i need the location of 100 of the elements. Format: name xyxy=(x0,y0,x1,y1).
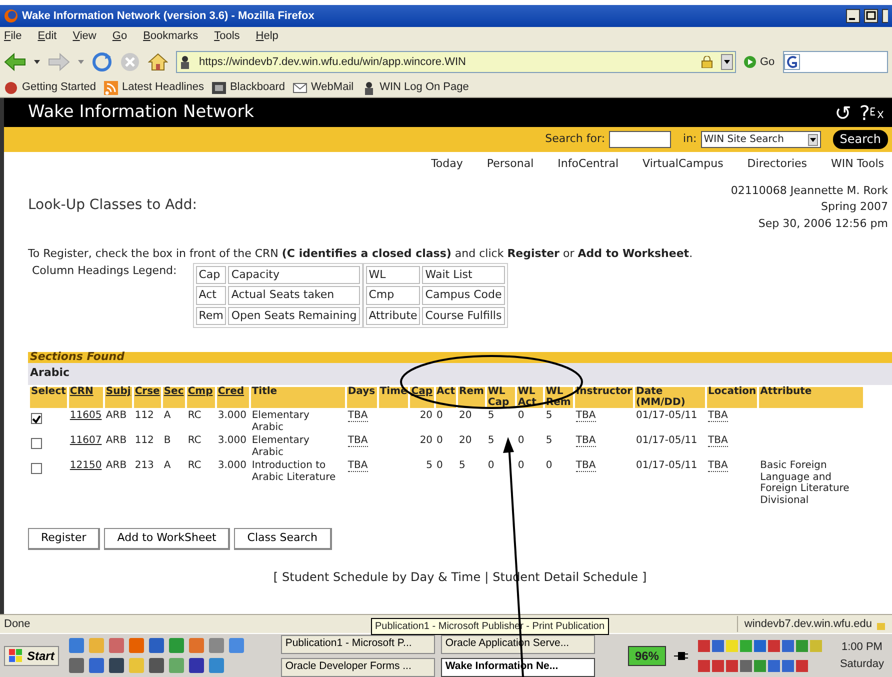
minimize-icon[interactable] xyxy=(846,9,860,23)
menu-item[interactable]: Go xyxy=(112,28,128,45)
search-input[interactable] xyxy=(609,131,672,148)
table-cell: 112 xyxy=(134,410,154,421)
nav-link[interactable]: InfoCentral xyxy=(558,156,619,172)
scope-label: in: xyxy=(683,131,697,148)
crn-link[interactable]: 11607 xyxy=(70,435,102,446)
column-header: WL Act xyxy=(516,387,543,408)
table-cell: TBA xyxy=(708,460,728,472)
nav-link[interactable]: Directories xyxy=(747,156,808,172)
nav-link[interactable]: Personal xyxy=(486,156,534,172)
schedule-link[interactable]: Student Schedule by Day & Time xyxy=(282,568,481,586)
select-checkbox[interactable] xyxy=(31,438,42,449)
site-title: Wake Information Network xyxy=(28,100,256,124)
table-cell: 5 xyxy=(488,410,494,421)
search-button[interactable]: Search xyxy=(832,130,888,149)
legend-code: Act xyxy=(196,286,226,304)
go-button[interactable]: Go xyxy=(744,54,775,70)
table-cell: 0 xyxy=(436,410,443,421)
table-cell: 20 xyxy=(420,410,433,421)
column-header[interactable]: CRN xyxy=(68,387,103,408)
bracket-text: ] xyxy=(642,568,647,586)
table-cell: RC xyxy=(188,460,202,471)
table-cell: ARB xyxy=(106,435,127,446)
nav-link[interactable]: WIN Tools xyxy=(831,156,884,172)
table-cell: A xyxy=(164,460,171,471)
home-icon[interactable] xyxy=(148,52,168,72)
crn-link[interactable]: 12150 xyxy=(70,460,102,471)
form-button[interactable]: Class Search xyxy=(234,528,332,550)
checkmark-icon xyxy=(32,414,41,424)
bookmark-link[interactable]: WebMail xyxy=(293,79,354,96)
crn-link[interactable]: 11605 xyxy=(70,410,102,421)
envelope-icon xyxy=(293,80,307,94)
status-host: windevb7.dev.win.wfu.edu xyxy=(744,616,872,632)
table-cell: 3.000 xyxy=(218,460,246,471)
address-bar[interactable]: https://windevb7.dev.win.wfu.edu/win/app.wincore.WIN xyxy=(176,51,736,73)
bracket-text: [ xyxy=(273,568,278,586)
close-icon[interactable] xyxy=(882,9,888,23)
legend-meaning: Actual Seats taken xyxy=(228,286,360,304)
table-cell: 0 xyxy=(518,435,524,446)
back-arrow-icon[interactable] xyxy=(4,52,26,72)
column-header[interactable]: Cmp xyxy=(186,387,215,408)
scope-select[interactable]: WIN Site Search xyxy=(700,131,821,148)
column-header[interactable]: Crse xyxy=(134,387,161,408)
padlock-icon xyxy=(701,56,713,68)
table-cell: TBA xyxy=(708,435,728,447)
nav-link[interactable]: Today xyxy=(431,156,463,172)
bookmark-link[interactable]: Blackboard xyxy=(212,79,285,96)
table-cell: 01/17-05/11 xyxy=(636,410,698,421)
taskbar-button[interactable]: Oracle Developer Forms ... xyxy=(281,658,436,676)
start-button[interactable]: Start xyxy=(4,646,60,666)
dropdown-caret-icon[interactable] xyxy=(34,60,40,64)
column-header[interactable]: Subj xyxy=(104,387,132,408)
subject-heading: Arabic xyxy=(28,363,892,385)
column-header[interactable]: Cred xyxy=(216,387,249,408)
maximize-icon[interactable] xyxy=(864,9,878,23)
table-cell: TBA xyxy=(348,435,368,447)
legend-meaning: Course Fulfills xyxy=(422,306,505,325)
search-engine-icon xyxy=(784,54,800,70)
form-button[interactable]: Register xyxy=(28,528,100,550)
table-cell: 0 xyxy=(518,460,524,471)
table-cell: ARB xyxy=(106,410,127,421)
menu-item[interactable]: Help xyxy=(256,28,278,45)
legend-code: Attribute xyxy=(366,306,420,325)
table-cell: 0 xyxy=(518,410,524,421)
column-header: Location xyxy=(707,387,758,408)
bookmark-link[interactable]: WIN Log On Page xyxy=(362,79,469,96)
reload-icon[interactable] xyxy=(92,52,112,72)
clock-day: Saturday xyxy=(840,656,884,672)
legend-label: Column Headings Legend: xyxy=(32,262,177,278)
search-field[interactable] xyxy=(782,51,888,73)
menu-item[interactable]: Bookmarks xyxy=(143,28,198,45)
table-cell: A xyxy=(164,410,171,421)
column-header: Title xyxy=(250,387,345,408)
select-checkbox[interactable] xyxy=(31,463,42,474)
table-cell: Elementary Arabic xyxy=(252,435,310,458)
menu-item[interactable]: File xyxy=(4,28,22,45)
text-size-icon[interactable] xyxy=(870,106,884,120)
taskbar-button[interactable]: Publication1 - Microsoft P... xyxy=(281,634,436,654)
table-cell: TBA xyxy=(576,435,596,447)
column-header[interactable]: Sec xyxy=(162,387,185,408)
site-icon xyxy=(179,55,191,69)
bookmark-link[interactable]: Getting Started xyxy=(4,79,96,96)
nav-link[interactable]: VirtualCampus xyxy=(642,156,724,172)
menu-item[interactable]: Edit xyxy=(38,28,57,45)
user-info-text: 02110068 Jeannette M. Rork xyxy=(730,182,888,198)
table-cell: Introduction to Arabic Literature xyxy=(252,460,336,482)
battery-meter: 96% xyxy=(628,646,666,666)
bookmark-link[interactable]: Latest Headlines xyxy=(104,79,204,96)
menu-item[interactable]: View xyxy=(72,28,96,45)
menu-item[interactable]: Tools xyxy=(214,28,240,45)
table-cell: 20 xyxy=(459,410,472,421)
form-button[interactable]: Add to WorkSheet xyxy=(104,528,230,550)
select-checkbox[interactable] xyxy=(31,413,42,424)
column-header[interactable]: Cap xyxy=(410,387,434,408)
table-cell: Elementary Arabic xyxy=(252,410,310,432)
header-icon[interactable]: ? xyxy=(859,98,870,128)
header-icon[interactable]: ↺ xyxy=(834,98,852,128)
user-info-text: Sep 30, 2006 12:56 pm xyxy=(758,216,888,232)
table-cell: TBA xyxy=(348,410,368,422)
